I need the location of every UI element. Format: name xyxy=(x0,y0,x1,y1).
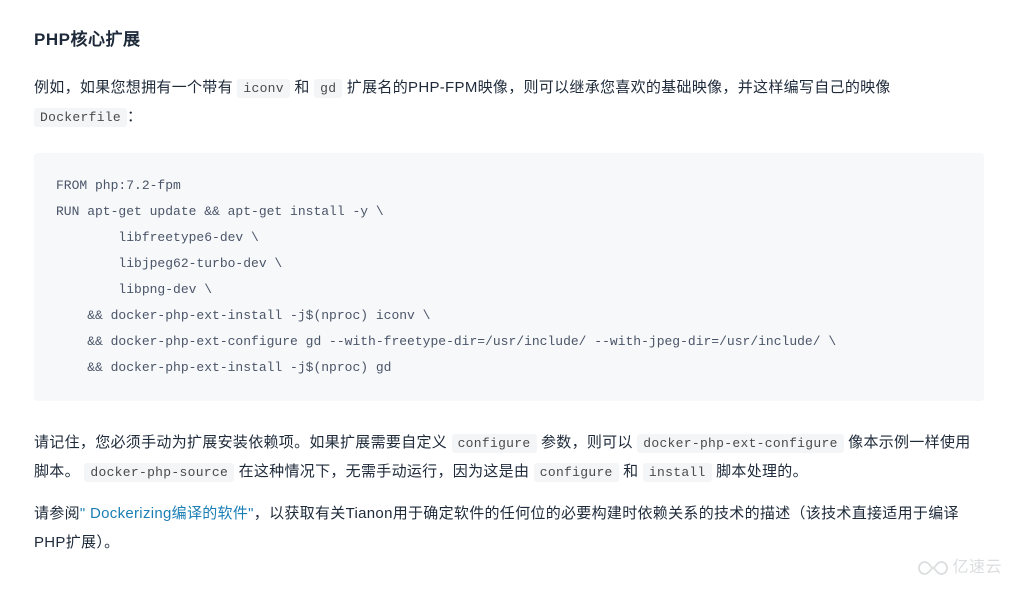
dockerfile-code-block: FROM php:7.2-fpm RUN apt-get update && a… xyxy=(34,153,984,401)
paragraph-notes: 请记住，您必须手动为扩展安装依赖项。如果扩展需要自定义 configure 参数… xyxy=(34,429,984,486)
watermark: 亿速云 xyxy=(918,553,1002,583)
dockerizing-link[interactable]: " Dockerizing编译的软件" xyxy=(80,505,254,522)
inline-code-configure2: configure xyxy=(534,463,619,482)
infinity-icon xyxy=(918,559,948,577)
text-run: 请记住，您必须手动为扩展安装依赖项。如果扩展需要自定义 xyxy=(34,434,452,451)
inline-code-php-source: docker-php-source xyxy=(84,463,234,482)
text-run: 和 xyxy=(619,463,643,480)
inline-code-install: install xyxy=(643,463,712,482)
text-run: 脚本处理的。 xyxy=(712,463,808,480)
inline-code-configure: configure xyxy=(452,434,537,453)
text-run: ： xyxy=(127,108,142,125)
paragraph-intro: 例如，如果您想拥有一个带有 iconv 和 gd 扩展名的PHP-FPM映像，则… xyxy=(34,74,984,131)
text-run: 和 xyxy=(290,79,314,96)
text-run: 在这种情况下，无需手动运行，因为这是由 xyxy=(234,463,534,480)
inline-code-gd: gd xyxy=(314,79,342,98)
dockerfile-code: FROM php:7.2-fpm RUN apt-get update && a… xyxy=(56,173,962,381)
text-run: 参数，则可以 xyxy=(537,434,638,451)
inline-code-dockerfile: Dockerfile xyxy=(34,108,127,127)
text-run: 扩展名的PHP-FPM映像，则可以继承您喜欢的基础映像，并这样编写自己的映像 xyxy=(342,79,890,96)
section-heading: PHP核心扩展 xyxy=(34,24,984,56)
text-run: 例如，如果您想拥有一个带有 xyxy=(34,79,237,96)
text-run: 请参阅 xyxy=(34,505,80,522)
paragraph-seealso: 请参阅" Dockerizing编译的软件"，以获取有关Tianon用于确定软件… xyxy=(34,500,984,557)
inline-code-iconv: iconv xyxy=(237,79,290,98)
inline-code-ext-configure: docker-php-ext-configure xyxy=(637,434,843,453)
watermark-brand: 亿速云 xyxy=(952,553,1002,583)
